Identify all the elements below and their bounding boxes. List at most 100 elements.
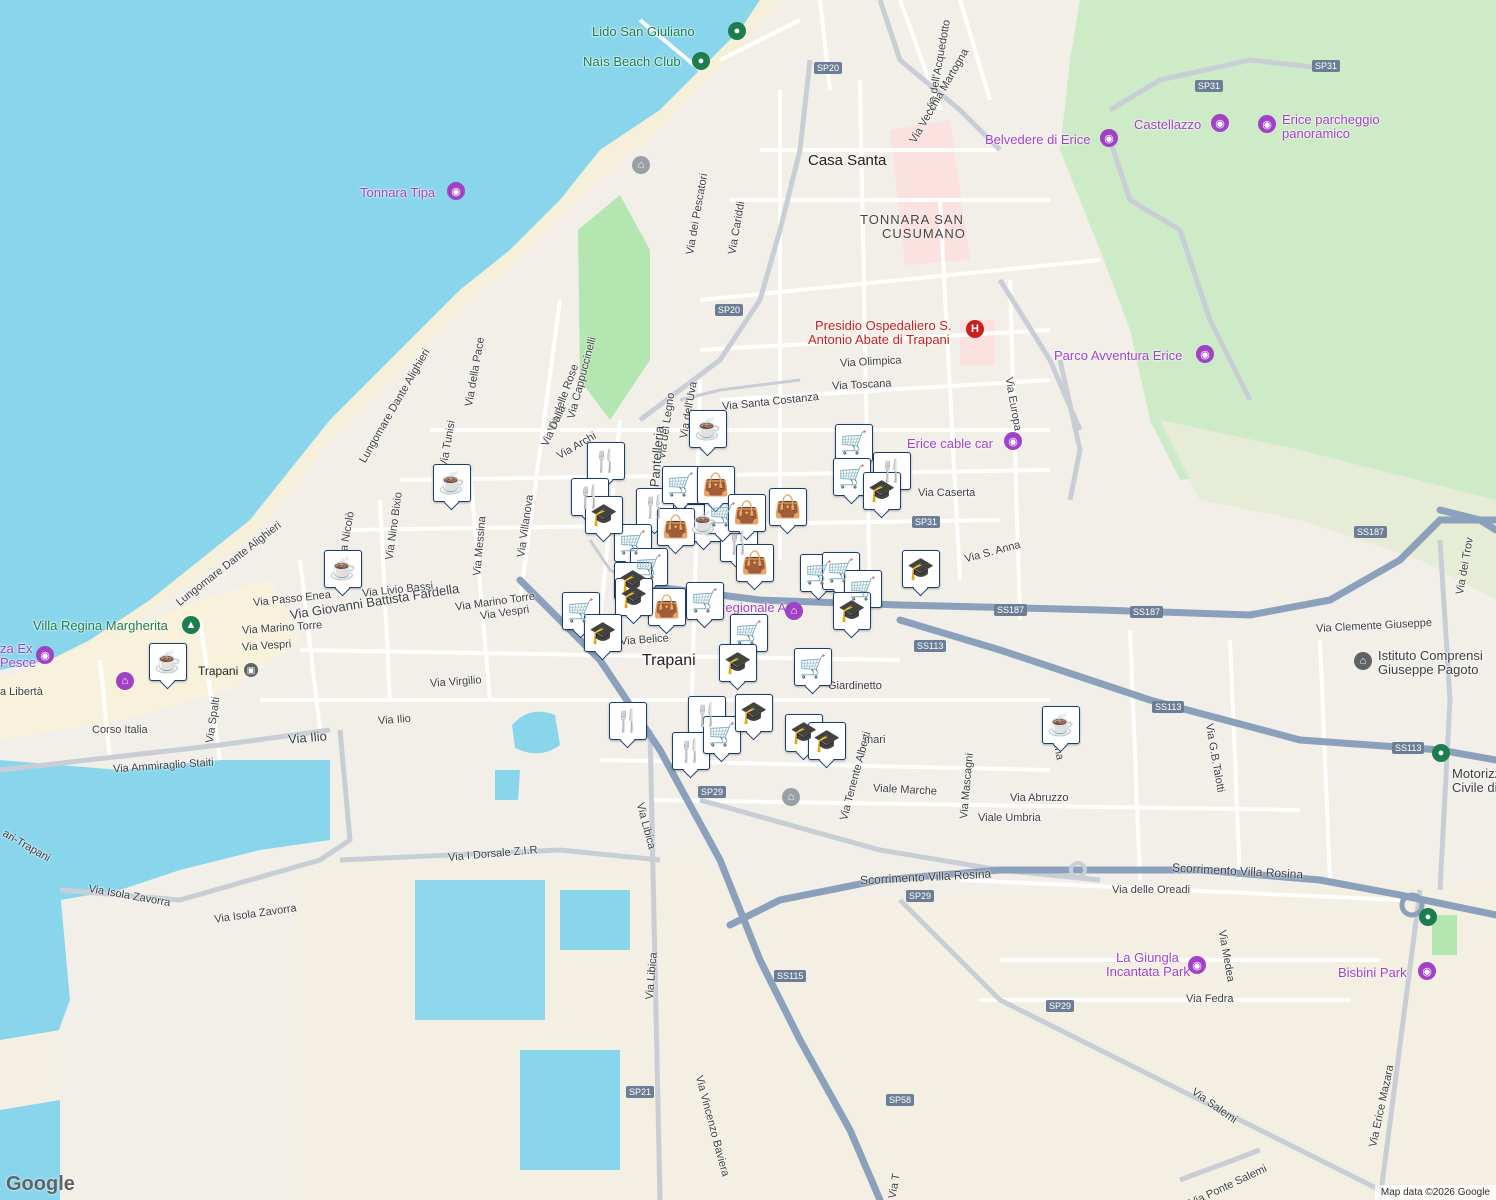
hospital-icon[interactable]: H bbox=[966, 320, 984, 338]
school-icon[interactable]: ⌂ bbox=[1354, 652, 1372, 670]
poi-nais-beach-club[interactable]: Naìs Beach Club bbox=[583, 54, 681, 69]
park-icon[interactable]: ◉ bbox=[1418, 962, 1436, 980]
school-icon[interactable]: ⌂ bbox=[782, 788, 800, 806]
road-shield-ss115: SS115 bbox=[774, 970, 807, 982]
road-shield-ss113: SS113 bbox=[914, 640, 947, 652]
marker-school[interactable]: 🎓 bbox=[863, 472, 901, 510]
poi-ex-mercato-1[interactable]: za Ex bbox=[0, 641, 33, 656]
map-canvas[interactable]: Trapani Casa Santa TONNARA SAN CUSUMANO … bbox=[0, 0, 1496, 1200]
marker-school[interactable]: 🎓 bbox=[833, 592, 871, 630]
poi-pagoto-2[interactable]: Giuseppe Pagoto bbox=[1378, 662, 1478, 677]
marker-school[interactable]: 🎓 bbox=[808, 722, 846, 760]
grocery-icon: 🛒 bbox=[708, 722, 736, 747]
marker-cafe[interactable]: ☕ bbox=[1042, 706, 1080, 744]
shopping-bag-icon: 👜 bbox=[662, 514, 690, 539]
poi-villa-regina-margherita[interactable]: Villa Regina Margherita bbox=[33, 618, 168, 633]
poi-giungla-2[interactable]: Incantata Park bbox=[1106, 964, 1190, 979]
marker-restaurant[interactable]: 🍴 bbox=[609, 702, 647, 740]
marker-school[interactable]: 🎓 bbox=[584, 614, 622, 652]
shopping-bag-icon: 👜 bbox=[702, 472, 730, 497]
camera-icon[interactable]: ◉ bbox=[1211, 114, 1229, 132]
street-fedra: Via Fedra bbox=[1186, 993, 1234, 1005]
place-icon[interactable]: ● bbox=[1432, 744, 1450, 762]
school-icon[interactable]: ⌂ bbox=[632, 156, 650, 174]
marker-grocery[interactable]: 🛒 bbox=[835, 424, 873, 462]
grocery-icon: 🛒 bbox=[838, 464, 866, 489]
poi-ospedale-2[interactable]: Antonio Abate di Trapani bbox=[808, 332, 950, 347]
poi-belvedere-di-erice[interactable]: Belvedere di Erice bbox=[985, 132, 1091, 147]
beach-icon[interactable]: ● bbox=[692, 52, 710, 70]
grocery-icon: 🛒 bbox=[567, 598, 595, 623]
camera-icon[interactable]: ◉ bbox=[1100, 129, 1118, 147]
marker-grocery[interactable]: 🛒 bbox=[703, 716, 741, 754]
city-label-trapani: Trapani bbox=[642, 652, 696, 669]
poi-ospedale-1[interactable]: Presidio Ospedaliero S. bbox=[815, 318, 952, 333]
road-shield-sp29: SP29 bbox=[1046, 1000, 1075, 1012]
beach-icon[interactable]: ● bbox=[728, 22, 746, 40]
poi-bisbini-park[interactable]: Bisbini Park bbox=[1338, 965, 1407, 980]
grocery-icon: 🛒 bbox=[667, 472, 695, 497]
street-mari: mari bbox=[864, 734, 886, 746]
marker-school[interactable]: 🎓 bbox=[719, 644, 757, 682]
marker-cafe[interactable]: ☕ bbox=[689, 410, 727, 448]
museum-icon[interactable]: ⌂ bbox=[785, 602, 803, 620]
poi-giungla-1[interactable]: La Giungla bbox=[1116, 950, 1179, 965]
marker-shopping[interactable]: 👜 bbox=[736, 544, 774, 582]
marker-shopping[interactable]: 👜 bbox=[657, 508, 695, 546]
poi-lido-san-giuliano[interactable]: Lido San Giuliano bbox=[592, 24, 695, 39]
poi-erice-cable-car[interactable]: Erice cable car bbox=[907, 436, 993, 451]
road-shield-sp29: SP29 bbox=[698, 786, 727, 798]
place-icon[interactable]: ● bbox=[1419, 908, 1437, 926]
street-liberta: a Libertà bbox=[0, 686, 43, 698]
poi-ex-mercato-2[interactable]: Pesce bbox=[0, 655, 36, 670]
marker-school[interactable]: 🎓 bbox=[735, 694, 773, 732]
train-icon[interactable]: ▣ bbox=[244, 663, 258, 677]
school-cap-icon: 🎓 bbox=[740, 700, 768, 725]
poi-castellazzo[interactable]: Castellazzo bbox=[1134, 117, 1201, 132]
poi-tonnara-tipa[interactable]: Tonnara Tipa bbox=[360, 185, 435, 200]
camera-icon[interactable]: ◉ bbox=[1258, 115, 1276, 133]
marker-grocery[interactable]: 🛒 bbox=[686, 582, 724, 620]
road-shield-sp21: SP21 bbox=[626, 1086, 655, 1098]
camera-icon[interactable]: ◉ bbox=[1004, 432, 1022, 450]
grocery-icon: 🛒 bbox=[735, 620, 763, 645]
park-icon[interactable]: ◉ bbox=[1188, 956, 1206, 974]
shopping-bag-icon: 👜 bbox=[741, 550, 769, 575]
shopping-bag-icon: 👜 bbox=[774, 494, 802, 519]
grocery-icon: 🛒 bbox=[619, 530, 647, 555]
poi-motorizzazione-1[interactable]: Motorizz bbox=[1452, 766, 1496, 781]
marker-cafe[interactable]: ☕ bbox=[149, 643, 187, 681]
marker-school[interactable]: 🎓 bbox=[902, 550, 940, 588]
road-shield-sp20: SP20 bbox=[814, 62, 843, 74]
marker-grocery[interactable]: 🛒 bbox=[794, 648, 832, 686]
grocery-icon: 🛒 bbox=[691, 588, 719, 613]
poi-parco-avventura[interactable]: Parco Avventura Erice bbox=[1054, 348, 1182, 363]
park-icon[interactable]: ◉ bbox=[1196, 345, 1214, 363]
camera-icon[interactable]: ◉ bbox=[36, 646, 54, 664]
shopping-bag-icon: 👜 bbox=[733, 500, 761, 525]
marker-restaurant[interactable]: 🍴 bbox=[587, 442, 625, 480]
poi-pagoto-1[interactable]: Istituto Comprensi bbox=[1378, 648, 1483, 663]
marker-shopping[interactable]: 👜 bbox=[648, 588, 686, 626]
camera-icon[interactable]: ◉ bbox=[447, 182, 465, 200]
poi-erice-parcheggio-1[interactable]: Erice parcheggio bbox=[1282, 112, 1380, 127]
marker-school[interactable]: 🎓 bbox=[615, 578, 653, 616]
marker-shopping[interactable]: 👜 bbox=[769, 488, 807, 526]
marker-cafe[interactable]: ☕ bbox=[433, 464, 471, 502]
museum-icon[interactable]: ⌂ bbox=[116, 672, 134, 690]
road-shield-sp31: SP31 bbox=[1195, 80, 1224, 92]
poi-erice-parcheggio-2[interactable]: panoramico bbox=[1282, 126, 1350, 141]
area-label-tonnara-2: CUSUMANO bbox=[882, 226, 966, 241]
poi-motorizzazione-2[interactable]: Civile di T bbox=[1452, 780, 1496, 795]
road-shield-ss187: SS187 bbox=[994, 604, 1028, 616]
cafe-icon: ☕ bbox=[438, 470, 466, 495]
marker-cafe[interactable]: ☕ bbox=[324, 550, 362, 588]
grocery-icon: 🛒 bbox=[799, 654, 827, 679]
marker-school[interactable]: 🎓 bbox=[585, 496, 623, 534]
poi-museo-pepoli[interactable]: Regionale A bbox=[716, 600, 786, 615]
tree-icon[interactable]: ▲ bbox=[182, 616, 200, 634]
area-label-casa-santa: Casa Santa bbox=[808, 152, 887, 169]
marker-restaurant[interactable]: 🍴 bbox=[672, 732, 710, 770]
road-shield-ss187: SS187 bbox=[1130, 606, 1164, 618]
cafe-icon: ☕ bbox=[694, 416, 722, 441]
